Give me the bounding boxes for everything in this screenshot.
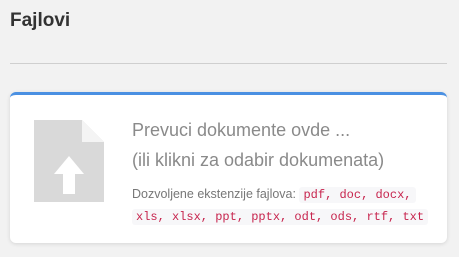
file-upload-icon [34, 120, 104, 202]
dropzone-subtitle: (ili klikni za odabir dokumenata) [132, 150, 385, 170]
allowed-extensions: Dozvoljene ekstenzije fajlova: pdf, doc,… [132, 184, 432, 228]
file-dropzone[interactable]: Prevuci dokumente ovde ... (ili klikni z… [10, 92, 447, 243]
dropzone-title: Prevuci dokumente ovde ... [132, 120, 351, 140]
divider [10, 63, 447, 64]
page: Fajlovi Prevuci dokumente ovde ... (ili … [0, 0, 459, 257]
section-title: Fajlovi [10, 10, 71, 31]
allowed-extensions-label: Dozvoljene ekstenzije fajlova: [132, 187, 296, 201]
